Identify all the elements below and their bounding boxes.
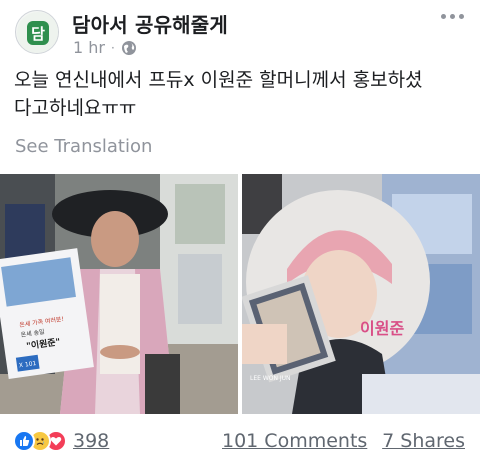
avatar-logo-icon: 담 bbox=[17, 12, 58, 53]
post-body: 오늘 연신내에서 프듀x 이원준 할머니께서 홍보하셨 다고하네요ㅠㅠ bbox=[14, 66, 474, 122]
avatar-text: 담 bbox=[31, 25, 45, 43]
post-text-line-1: 오늘 연신내에서 프듀x 이원준 할머니께서 홍보하셨 bbox=[14, 69, 423, 91]
see-translation-link[interactable]: See Translation bbox=[15, 136, 152, 157]
like-icon bbox=[13, 430, 35, 452]
more-options-button[interactable] bbox=[441, 14, 464, 19]
post-footer: 398 101 Comments 7 Shares bbox=[0, 426, 480, 460]
reactions-summary[interactable]: 398 bbox=[13, 430, 109, 452]
shares-count-link[interactable]: 7 Shares bbox=[382, 430, 465, 452]
page-avatar[interactable]: 담 bbox=[15, 10, 59, 54]
comments-count-link[interactable]: 101 Comments bbox=[222, 430, 367, 452]
post-photo-left[interactable]: 온세 가족 여러분! 온세 송일 "이원준" X 101 bbox=[0, 174, 238, 414]
fan-name: 이원준 bbox=[360, 319, 404, 338]
post-text-line-2: 다고하네요ㅠㅠ bbox=[14, 97, 137, 119]
meta-separator: · bbox=[110, 40, 115, 55]
page-name[interactable]: 담아서 공유해줄게 bbox=[72, 9, 228, 38]
photo-hand-fan: 이원준 LEE WON JUN bbox=[242, 174, 480, 414]
post-meta: 1 hr · bbox=[73, 38, 137, 57]
more-dot bbox=[459, 14, 464, 19]
fan-caption: LEE WON JUN bbox=[250, 375, 291, 382]
reaction-count[interactable]: 398 bbox=[73, 430, 109, 452]
post-photo-right[interactable]: 이원준 LEE WON JUN bbox=[242, 174, 480, 414]
more-dot bbox=[441, 14, 446, 19]
post-time[interactable]: 1 hr bbox=[73, 38, 105, 57]
globe-icon bbox=[121, 40, 136, 55]
post-header: 담 담아서 공유해줄게 1 hr · bbox=[0, 0, 480, 62]
photo-street-promotion: 온세 가족 여러분! 온세 송일 "이원준" X 101 bbox=[0, 174, 238, 414]
more-dot bbox=[450, 14, 455, 19]
